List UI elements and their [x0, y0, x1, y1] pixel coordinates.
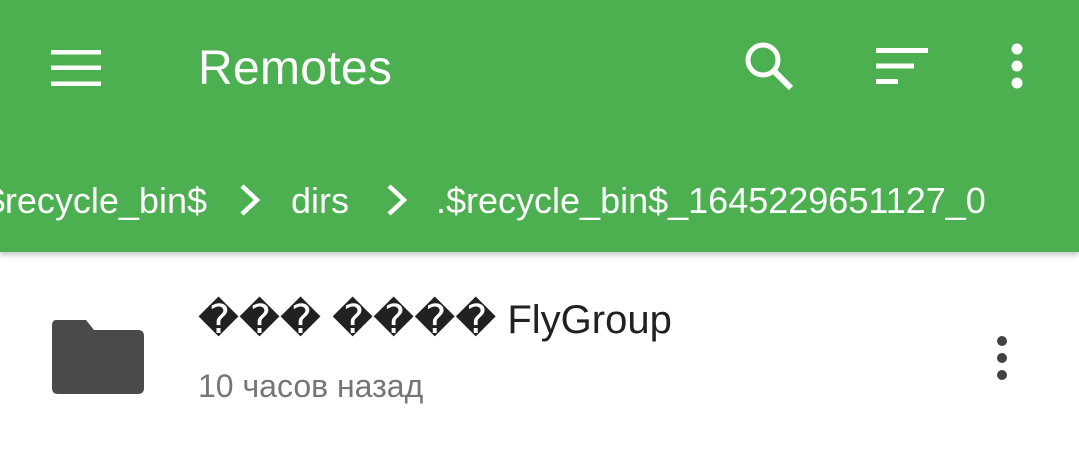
folder-icon — [52, 320, 144, 394]
more-vert-icon — [997, 336, 1007, 380]
breadcrumb: .$recycle_bin$ dirs .$recycle_bin$_16452… — [0, 160, 1079, 242]
file-list: ��� ���� FlyGroup 10 часов назад — [0, 252, 1079, 455]
breadcrumb-item-current[interactable]: .$recycle_bin$_1645229651127_0 — [436, 160, 986, 242]
toolbar: Remotes — [0, 0, 1079, 136]
list-item[interactable]: ��� ���� FlyGroup 10 часов назад — [0, 282, 1079, 432]
app-bar: Remotes .$recycle_bin$ — [0, 0, 1079, 252]
menu-button[interactable] — [40, 32, 112, 104]
file-modified-time: 10 часов назад — [198, 368, 424, 404]
search-icon — [745, 42, 794, 91]
item-more-button[interactable] — [966, 322, 1038, 394]
breadcrumb-item-recycle-bin[interactable]: .$recycle_bin$ — [0, 160, 207, 242]
menu-icon — [51, 50, 101, 86]
page-title: Remotes — [198, 42, 393, 95]
more-vert-icon — [1011, 43, 1023, 89]
chevron-right-icon — [240, 184, 261, 216]
breadcrumb-item-dirs[interactable]: dirs — [291, 160, 349, 242]
sort-icon — [876, 48, 928, 84]
more-options-button[interactable] — [981, 30, 1053, 102]
sort-button[interactable] — [866, 30, 938, 102]
file-name: ��� ���� FlyGroup — [198, 298, 672, 342]
search-button[interactable] — [733, 30, 805, 102]
chevron-right-icon — [387, 184, 408, 216]
